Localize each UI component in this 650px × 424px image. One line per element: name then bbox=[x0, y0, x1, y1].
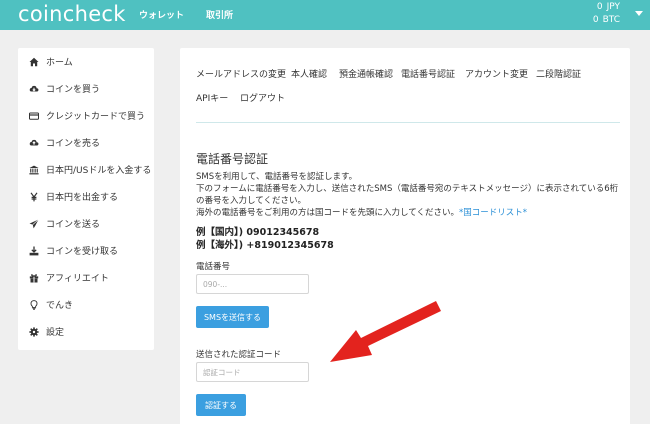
tab-divider bbox=[196, 122, 620, 123]
sidebar-item-buy[interactable]: コインを買う bbox=[18, 75, 154, 102]
sidebar-item-label: アフィリエイト bbox=[46, 274, 109, 284]
send-icon bbox=[28, 218, 40, 230]
sidebar-item-label: コインを受け取る bbox=[46, 247, 119, 257]
tab-two-factor[interactable]: 二段階認証 bbox=[536, 67, 581, 80]
description-line-4-text: 海外の電話番号をご利用の方は国コードを先頭に入力してください。 bbox=[196, 208, 459, 218]
sidebar-item-label: でんき bbox=[46, 301, 74, 311]
tab-logout[interactable]: ログアウト bbox=[240, 91, 285, 104]
top-bar: coincheck ウォレット 取引所 0 JPY 0 BTC bbox=[0, 0, 650, 30]
cloud-upload-icon bbox=[28, 137, 40, 149]
gear-icon bbox=[28, 326, 40, 338]
sidebar-item-home[interactable]: ホーム bbox=[18, 48, 154, 75]
verification-code-label: 送信された認証コード bbox=[196, 350, 282, 360]
example-overseas: 例【海外】) +819012345678 bbox=[196, 240, 334, 251]
sidebar-item-credit-card[interactable]: クレジットカードで買う bbox=[18, 102, 154, 129]
credit-card-icon bbox=[28, 110, 40, 122]
home-icon bbox=[28, 56, 40, 68]
main-panel: メールアドレスの変更 本人確認 預金通帳確認 電話番号認証 アカウント変更 二段… bbox=[180, 48, 630, 424]
nav-wallet[interactable]: ウォレット bbox=[139, 8, 184, 21]
nav-exchange[interactable]: 取引所 bbox=[206, 8, 233, 21]
description-line-2: 下のフォームに電話番号を入力し、送信されたSMS（電話番号宛のテキストメッセージ… bbox=[196, 184, 619, 194]
balance-btc: 0 BTC bbox=[589, 15, 620, 25]
phone-number-input[interactable] bbox=[196, 274, 309, 294]
gift-icon bbox=[28, 272, 40, 284]
sidebar-item-label: 日本円/USドルを入金する bbox=[46, 166, 152, 176]
balance-jpy: 0 JPY bbox=[593, 2, 620, 12]
tab-email-change[interactable]: メールアドレスの変更 bbox=[196, 67, 286, 80]
logo[interactable]: coincheck bbox=[18, 0, 126, 28]
sidebar-item-receive[interactable]: コインを受け取る bbox=[18, 237, 154, 264]
sidebar: ホーム コインを買う クレジットカードで買う コインを売る 日本円/USドルを入… bbox=[18, 48, 154, 350]
sidebar-item-label: コインを送る bbox=[46, 220, 101, 230]
description-line-3: の番号を入力してください。 bbox=[196, 196, 306, 206]
section-title: 電話番号認証 bbox=[196, 152, 269, 166]
sidebar-item-label: クレジットカードで買う bbox=[46, 112, 146, 122]
tab-phone-verification[interactable]: 電話番号認証 bbox=[401, 67, 455, 80]
tab-identity-verification[interactable]: 本人確認 bbox=[291, 67, 327, 80]
sidebar-item-label: 日本円を出金する bbox=[46, 193, 119, 203]
bank-icon bbox=[28, 164, 40, 176]
send-sms-button[interactable]: SMSを送信する bbox=[196, 306, 269, 328]
sidebar-item-settings[interactable]: 設定 bbox=[18, 318, 154, 345]
balance-btc-amount: 0 bbox=[592, 15, 599, 25]
balance-dropdown-caret-icon[interactable] bbox=[635, 11, 643, 16]
tab-account-change[interactable]: アカウント変更 bbox=[465, 67, 528, 80]
sidebar-item-label: コインを売る bbox=[46, 139, 101, 149]
sidebar-item-denki[interactable]: でんき bbox=[18, 291, 154, 318]
sidebar-item-label: ホーム bbox=[46, 58, 73, 68]
balance-jpy-currency: JPY bbox=[606, 2, 620, 12]
sidebar-item-withdraw[interactable]: 日本円を出金する bbox=[18, 183, 154, 210]
balance-jpy-amount: 0 bbox=[596, 2, 603, 12]
sidebar-item-affiliate[interactable]: アフィリエイト bbox=[18, 264, 154, 291]
tab-bankbook-verification[interactable]: 預金通帳確認 bbox=[339, 67, 393, 80]
lightbulb-icon bbox=[28, 299, 40, 311]
tab-api-key[interactable]: APIキー bbox=[196, 91, 228, 104]
example-domestic: 例【国内】) 09012345678 bbox=[196, 227, 320, 238]
description-line-4: 海外の電話番号をご利用の方は国コードを先頭に入力してください。*国コードリスト* bbox=[196, 208, 527, 219]
phone-number-label: 電話番号 bbox=[196, 262, 231, 272]
sidebar-item-sell[interactable]: コインを売る bbox=[18, 129, 154, 156]
balance-btc-currency: BTC bbox=[602, 15, 620, 25]
yen-icon bbox=[28, 191, 40, 203]
verify-button[interactable]: 認証する bbox=[196, 394, 246, 416]
cloud-download-icon bbox=[28, 83, 40, 95]
sidebar-item-send[interactable]: コインを送る bbox=[18, 210, 154, 237]
verification-code-input[interactable] bbox=[196, 362, 309, 382]
sidebar-item-label: コインを買う bbox=[46, 85, 101, 95]
description-line-1: SMSを利用して、電話番号を認証します。 bbox=[196, 172, 358, 182]
country-code-list-link[interactable]: *国コードリスト* bbox=[459, 208, 527, 218]
sidebar-item-deposit[interactable]: 日本円/USドルを入金する bbox=[18, 156, 154, 183]
sidebar-item-label: 設定 bbox=[46, 328, 65, 338]
download-icon bbox=[28, 245, 40, 257]
